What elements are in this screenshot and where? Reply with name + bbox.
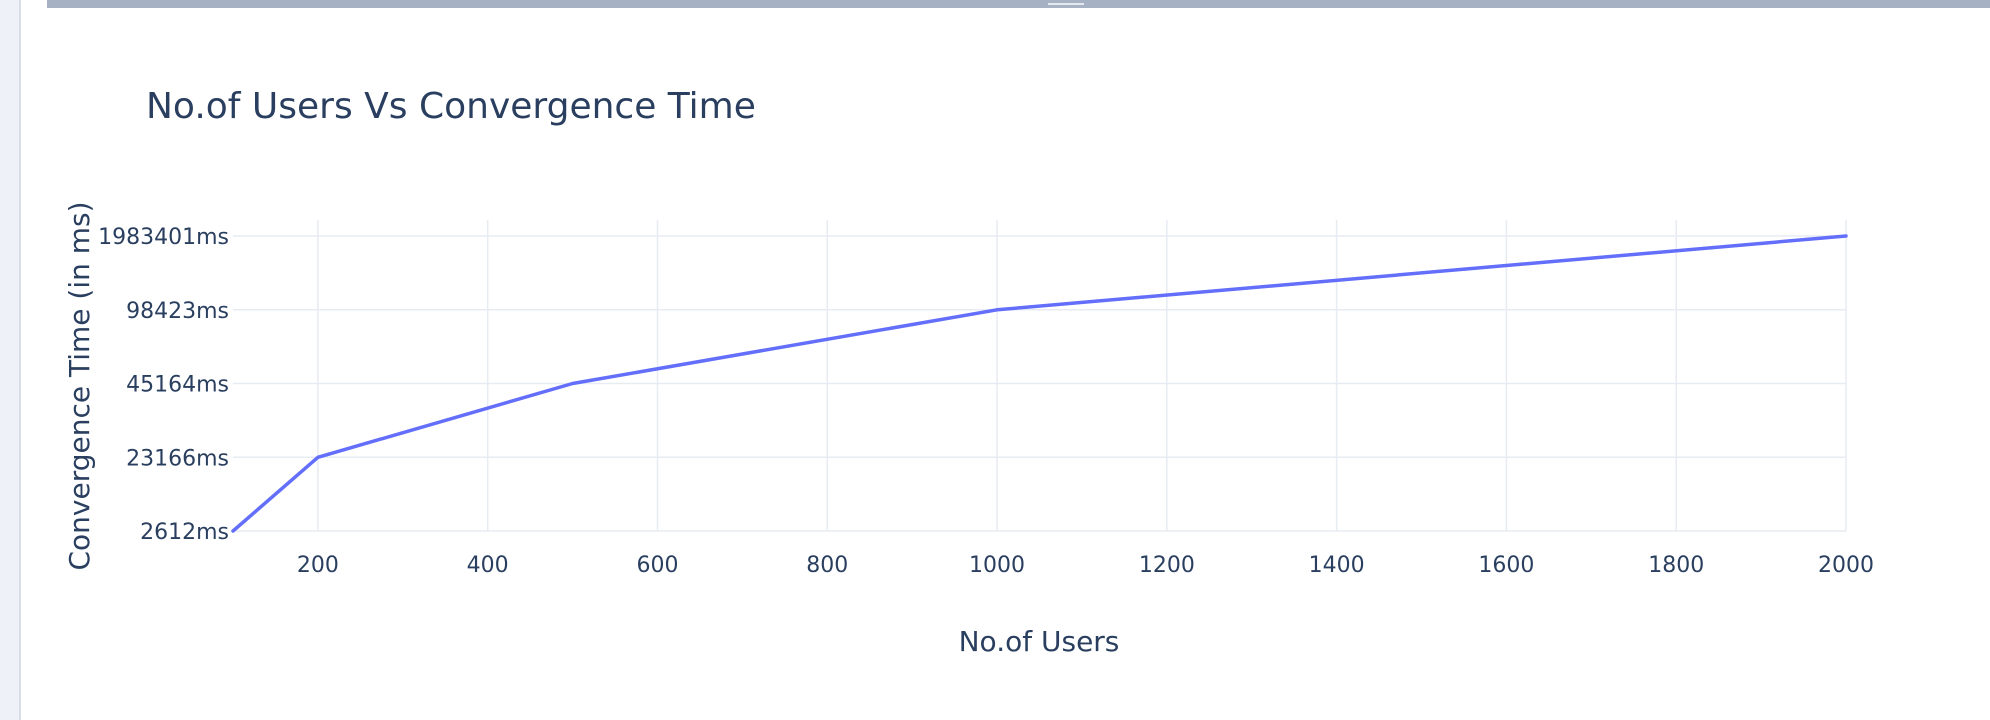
x-tick-label: 1200 (1139, 553, 1195, 578)
x-tick-label: 600 (636, 553, 678, 578)
x-axis-title: No.of Users (959, 625, 1120, 658)
x-tick-label: 1000 (969, 553, 1025, 578)
y-tick-label: 98423ms (126, 299, 229, 324)
y-tick-label: 45164ms (126, 373, 229, 398)
x-tick-label: 1600 (1478, 553, 1534, 578)
y-gridlines (233, 235, 1846, 532)
y-tick-label: 23166ms (126, 446, 229, 471)
x-tick-label: 800 (806, 553, 848, 578)
y-tick-labels: 2612ms 23166ms 45164ms 98423ms 1983401ms (98, 225, 229, 545)
y-tick-label: 2612ms (140, 520, 229, 545)
x-gridlines (317, 220, 1847, 531)
x-tick-label: 1800 (1648, 553, 1704, 578)
x-tick-label: 400 (467, 553, 509, 578)
line-chart: 200 400 600 800 1000 1200 1400 1600 1800 2000 261… (63, 201, 1874, 658)
x-tick-label: 1400 (1309, 553, 1365, 578)
y-axis-title: Convergence Time (in ms) (63, 201, 96, 570)
x-tick-label: 2000 (1818, 553, 1874, 578)
x-tick-label: 200 (297, 553, 339, 578)
y-tick-label: 1983401ms (98, 225, 229, 250)
x-tick-labels: 200 400 600 800 1000 1200 1400 1600 1800 2000 (297, 553, 1874, 578)
